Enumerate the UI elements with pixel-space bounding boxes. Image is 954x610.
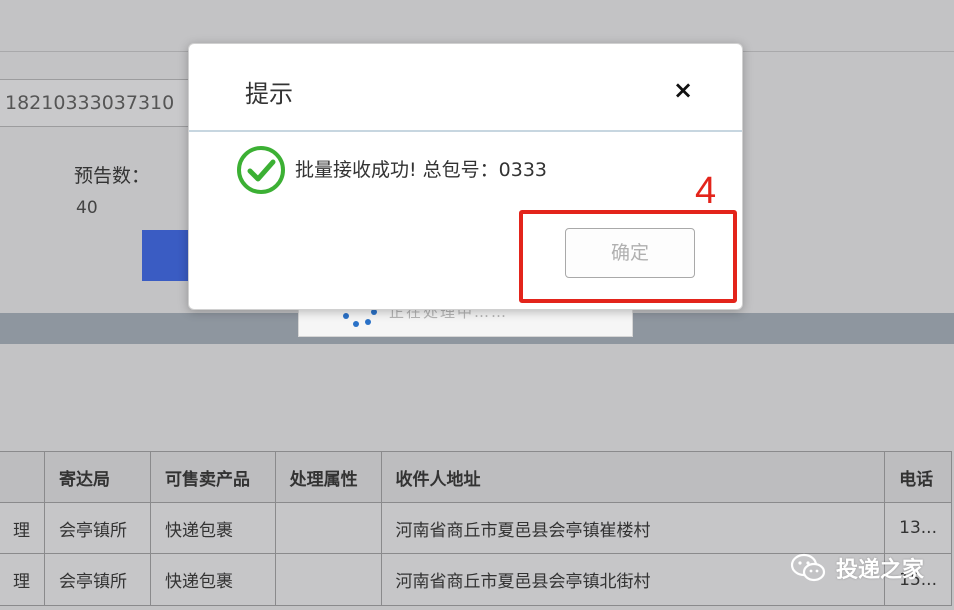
wechat-icon <box>790 553 826 582</box>
annotation-step-number: 4 <box>695 170 717 212</box>
table-cell: 会亭镇所 <box>44 502 151 554</box>
table-cell: 理 <box>0 553 45 606</box>
dialog-title: 提示 <box>245 80 293 108</box>
watermark: 投递之家 <box>790 552 924 584</box>
table-cell: 快递包裹 <box>149 553 276 606</box>
table-cell <box>274 502 382 554</box>
column-header-phone: 电话 <box>884 451 952 503</box>
success-check-icon <box>237 146 285 194</box>
table-cell: 河南省商丘市夏邑县会亭镇崔楼村 <box>380 502 886 554</box>
table-header-row: 寄达局 可售卖产品 处理属性 收件人地址 电话 <box>0 451 952 503</box>
column-header <box>0 451 45 503</box>
close-icon[interactable]: × <box>671 78 695 102</box>
annotation-highlight-box <box>519 210 737 303</box>
presale-count-label: 预告数： <box>74 165 151 187</box>
table-cell: 会亭镇所 <box>44 553 151 606</box>
table-cell: 13... <box>884 502 952 554</box>
dialog-message: 批量接收成功! 总包号：0333 <box>295 159 548 181</box>
table-cell: 快递包裹 <box>149 502 276 554</box>
column-header-product: 可售卖产品 <box>149 451 276 503</box>
column-header-address: 收件人地址 <box>380 451 886 503</box>
table-cell <box>274 553 382 606</box>
column-header-handling: 处理属性 <box>274 451 382 503</box>
presale-count-value: 40 <box>76 198 98 218</box>
table-row[interactable]: 理 会亭镇所 快递包裹 河南省商丘市夏邑县会亭镇崔楼村 13... <box>0 502 952 554</box>
watermark-text: 投递之家 <box>836 558 925 583</box>
dialog-divider <box>189 130 742 132</box>
column-header-destination-office: 寄达局 <box>44 451 151 503</box>
table-cell: 理 <box>0 502 45 554</box>
tracking-number-input[interactable]: 18210333037310 <box>0 79 198 127</box>
